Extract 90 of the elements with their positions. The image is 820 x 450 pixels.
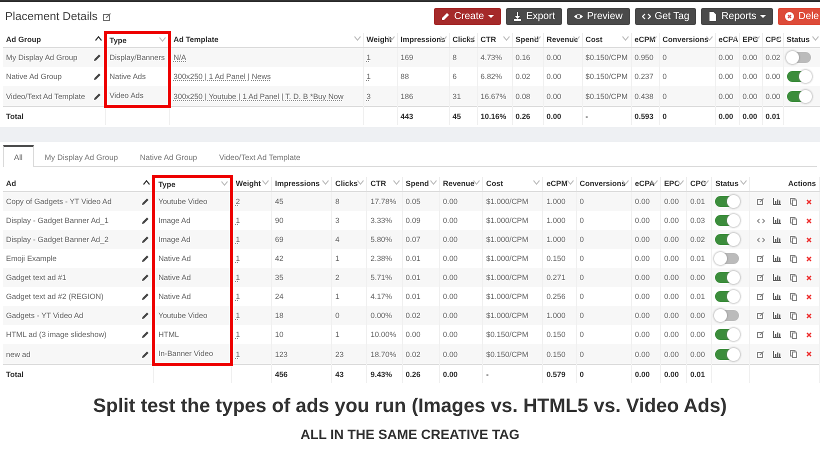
delete-icon[interactable] xyxy=(806,294,812,300)
edit-icon[interactable] xyxy=(756,293,764,300)
sort-down-icon[interactable] xyxy=(730,36,736,40)
pencil-icon[interactable] xyxy=(142,350,150,358)
preview-button[interactable]: Preview xyxy=(566,8,630,25)
bar-chart-icon[interactable] xyxy=(773,217,782,224)
delete-icon[interactable] xyxy=(806,274,812,280)
copy-icon[interactable] xyxy=(790,254,797,262)
edit-icon[interactable] xyxy=(756,331,764,338)
sort-up-icon[interactable] xyxy=(143,180,150,184)
download-icon xyxy=(513,12,522,21)
code-icon[interactable] xyxy=(756,218,765,224)
edit-icon[interactable] xyxy=(756,350,764,358)
edit-icon[interactable] xyxy=(102,12,111,20)
caret-icon xyxy=(488,15,494,18)
status-toggle[interactable] xyxy=(715,329,740,340)
status-toggle[interactable] xyxy=(715,291,740,302)
pen-icon xyxy=(441,12,450,21)
edit-icon[interactable] xyxy=(756,312,764,319)
sort-down-icon[interactable] xyxy=(774,36,780,40)
pencil-icon[interactable] xyxy=(94,73,100,80)
status-toggle[interactable] xyxy=(786,52,810,63)
copy-icon[interactable] xyxy=(790,312,797,320)
reports-button[interactable]: Reports xyxy=(701,8,774,25)
pencil-icon[interactable] xyxy=(142,236,150,243)
copy-icon[interactable] xyxy=(790,274,797,282)
bar-chart-icon[interactable] xyxy=(772,331,781,338)
bar-chart-icon[interactable] xyxy=(772,198,781,205)
delete-icon[interactable] xyxy=(806,236,812,242)
edit-icon[interactable] xyxy=(756,255,764,262)
edit-icon[interactable] xyxy=(756,274,764,281)
delete-icon[interactable] xyxy=(806,351,812,357)
sort-up-icon[interactable] xyxy=(94,36,102,40)
bar-chart-icon[interactable] xyxy=(772,350,781,358)
edit-icon[interactable] xyxy=(756,198,764,205)
status-toggle[interactable] xyxy=(715,215,740,226)
subheadline: ALL IN THE SAME CREATIVE TAG xyxy=(300,427,520,442)
pencil-icon[interactable] xyxy=(142,198,150,205)
status-toggle[interactable] xyxy=(715,310,740,321)
pencil-icon[interactable] xyxy=(142,255,150,262)
status-toggle[interactable] xyxy=(715,272,740,283)
sort-down-icon[interactable] xyxy=(650,36,656,40)
status-toggle[interactable] xyxy=(715,196,740,207)
delete-icon[interactable] xyxy=(806,218,812,224)
delete-icon[interactable] xyxy=(806,332,812,338)
eye-icon xyxy=(574,12,583,21)
document-icon xyxy=(708,12,718,21)
caret-icon xyxy=(760,15,766,18)
pencil-icon[interactable] xyxy=(94,92,100,100)
export-button[interactable]: Export xyxy=(506,8,562,25)
delete-button[interactable]: Dele xyxy=(778,8,820,25)
close-circle-icon xyxy=(785,12,794,21)
sort-down-icon[interactable] xyxy=(752,36,760,40)
create-button[interactable]: Create xyxy=(434,8,502,25)
copy-icon[interactable] xyxy=(790,236,798,244)
pencil-icon[interactable] xyxy=(94,54,100,61)
status-toggle[interactable] xyxy=(715,234,740,245)
pencil-icon[interactable] xyxy=(142,217,150,224)
bar-chart-icon[interactable] xyxy=(772,312,781,319)
status-toggle[interactable] xyxy=(715,348,740,360)
code-icon[interactable] xyxy=(756,236,765,242)
copy-icon[interactable] xyxy=(790,350,797,358)
bar-chart-icon[interactable] xyxy=(772,274,781,281)
sort-down-icon[interactable] xyxy=(468,36,474,40)
headline: Split test the types of ads you run (Images vs. HTML5 vs. Video Ads) xyxy=(93,395,727,418)
copy-icon[interactable] xyxy=(790,330,797,338)
sort-down-icon[interactable] xyxy=(534,36,540,40)
bar-chart-icon[interactable] xyxy=(772,293,781,300)
sort-down-icon[interactable] xyxy=(473,180,480,184)
delete-icon[interactable] xyxy=(806,312,812,318)
delete-icon[interactable] xyxy=(806,198,812,204)
sort-down-icon[interactable] xyxy=(566,180,574,184)
bar-chart-icon[interactable] xyxy=(772,255,781,262)
delete-icon[interactable] xyxy=(806,256,812,262)
status-toggle[interactable] xyxy=(786,90,810,102)
pencil-icon[interactable] xyxy=(142,312,150,319)
pencil-icon[interactable] xyxy=(142,331,150,338)
tag-button[interactable]: Get Tag xyxy=(634,8,696,25)
pencil-icon[interactable] xyxy=(142,293,150,300)
code-icon xyxy=(642,12,651,21)
pencil-icon[interactable] xyxy=(142,274,150,281)
sort-down-icon[interactable] xyxy=(440,36,446,40)
copy-icon[interactable] xyxy=(790,292,797,300)
bar-chart-icon[interactable] xyxy=(773,236,782,243)
copy-icon[interactable] xyxy=(790,216,798,224)
sort-down-icon[interactable] xyxy=(572,36,580,40)
status-toggle[interactable] xyxy=(786,71,810,82)
page-title: Placement Details xyxy=(5,10,98,22)
copy-icon[interactable] xyxy=(790,198,797,206)
status-toggle[interactable] xyxy=(715,253,740,264)
